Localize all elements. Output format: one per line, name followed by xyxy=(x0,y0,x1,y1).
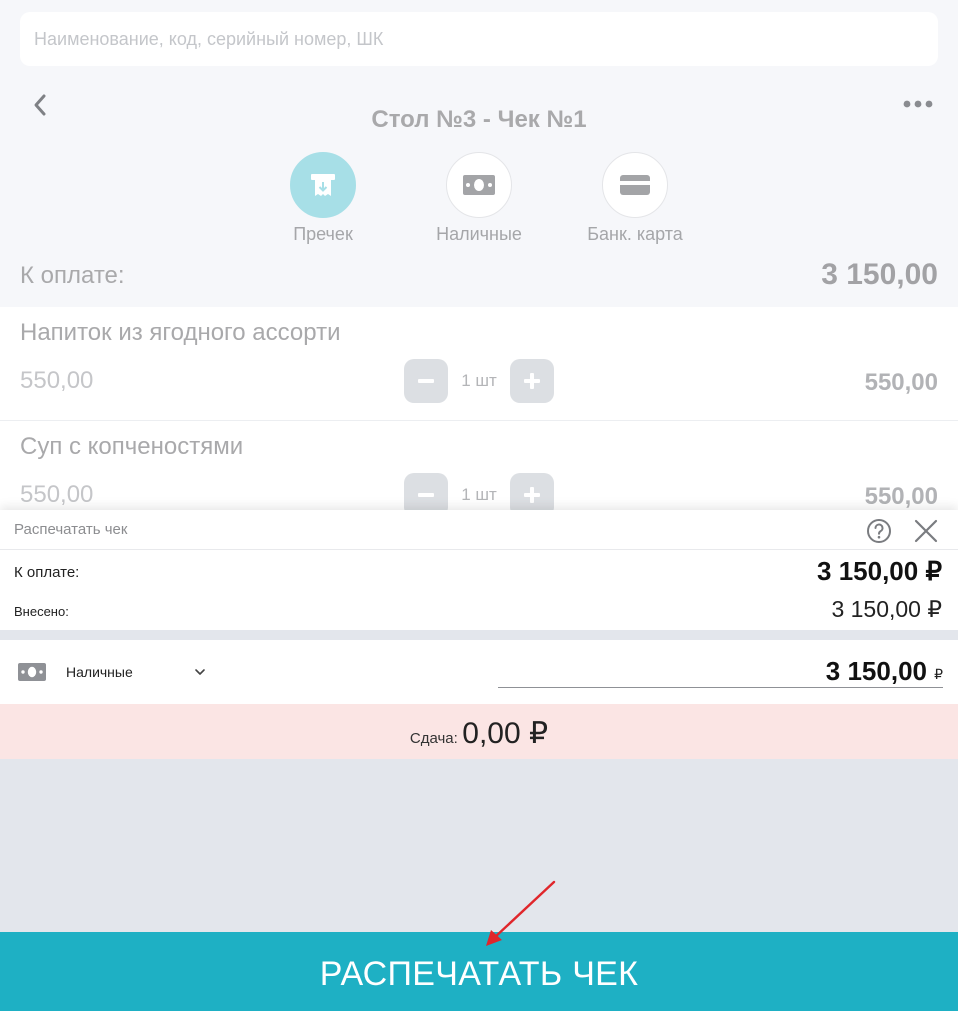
cash-icon xyxy=(463,175,495,195)
total-value: 3 150,00 xyxy=(821,258,938,291)
payment-method-circle xyxy=(602,152,668,218)
order-item[interactable]: Суп с копченостями 550,00 1 шт 550,00 xyxy=(0,421,958,520)
amount-due-label: К оплате: xyxy=(14,564,80,581)
payment-method-cash[interactable]: Наличные xyxy=(419,152,539,245)
minus-icon xyxy=(418,493,434,497)
more-dots-icon xyxy=(903,100,933,108)
item-qty: 1 шт xyxy=(461,485,497,504)
payment-amount-value: 3 150,00 xyxy=(825,656,927,686)
payment-method-label: Наличные xyxy=(436,224,522,244)
payment-line: Наличные 3 150,00 ₽ xyxy=(0,640,958,704)
search-input[interactable] xyxy=(20,12,938,66)
help-icon xyxy=(867,519,891,543)
payment-amount-input[interactable]: 3 150,00 ₽ xyxy=(498,654,943,688)
change-value: 0,00 ₽ xyxy=(462,717,549,750)
item-sum: 550,00 xyxy=(864,483,938,510)
dialog-title: Распечатать чек xyxy=(14,521,128,538)
payment-method-circle xyxy=(290,152,356,218)
order-screen: Стол №3 - Чек №1 Пречек Налич xyxy=(0,0,958,520)
total-row: К оплате: 3 150,00 xyxy=(20,258,938,298)
cash-icon xyxy=(18,663,46,681)
precheck-icon xyxy=(311,174,335,196)
order-title: Стол №3 - Чек №1 xyxy=(371,106,587,133)
amount-due-value: 3 150,00 ₽ xyxy=(817,556,942,586)
payment-method-value: Наличные xyxy=(66,664,133,680)
chevron-down-icon xyxy=(195,669,205,675)
payment-method-label: Пречек xyxy=(293,224,353,244)
payment-summary: К оплате: 3 150,00 ₽ Внесено: 3 150,00 ₽ xyxy=(0,550,958,630)
item-sum: 550,00 xyxy=(864,369,938,396)
item-name: Напиток из ягодного ассорти xyxy=(20,319,341,346)
plus-icon xyxy=(524,373,540,389)
payment-method-select[interactable]: Наличные xyxy=(66,658,216,686)
order-item[interactable]: Напиток из ягодного ассорти 550,00 1 шт … xyxy=(0,307,958,421)
payment-method-bank-card[interactable]: Банк. карта xyxy=(575,152,695,245)
amount-paid-value: 3 150,00 ₽ xyxy=(831,596,942,622)
print-receipt-dialog: Распечатать чек К оплате: 3 150,00 ₽ Вне… xyxy=(0,510,958,1011)
payment-method-label: Банк. карта xyxy=(587,224,683,244)
payment-method-precheck[interactable]: Пречек xyxy=(263,152,383,245)
amount-paid-label: Внесено: xyxy=(14,604,69,619)
item-price: 550,00 xyxy=(20,367,94,394)
increase-qty-button[interactable] xyxy=(510,359,554,403)
change-row: Сдача: 0,00 ₽ xyxy=(0,704,958,759)
print-receipt-button[interactable]: РАСПЕЧАТАТЬ ЧЕК xyxy=(0,932,958,1011)
total-label: К оплате: xyxy=(20,262,125,289)
help-button[interactable] xyxy=(866,518,892,544)
currency-sign: ₽ xyxy=(934,666,943,682)
plus-icon xyxy=(524,487,540,503)
search-bar[interactable] xyxy=(20,12,938,66)
change-label: Сдача: xyxy=(409,730,458,747)
minus-icon xyxy=(418,379,434,383)
close-icon xyxy=(914,519,938,543)
payment-method-circle xyxy=(446,152,512,218)
item-name: Суп с копченостями xyxy=(20,433,244,460)
item-qty: 1 шт xyxy=(461,371,497,390)
decrease-qty-button[interactable] xyxy=(404,359,448,403)
close-button[interactable] xyxy=(912,517,940,545)
item-price: 550,00 xyxy=(20,481,94,508)
more-options-button[interactable] xyxy=(900,94,936,114)
bank-card-icon xyxy=(620,175,650,195)
dialog-header: Распечатать чек xyxy=(0,510,958,550)
